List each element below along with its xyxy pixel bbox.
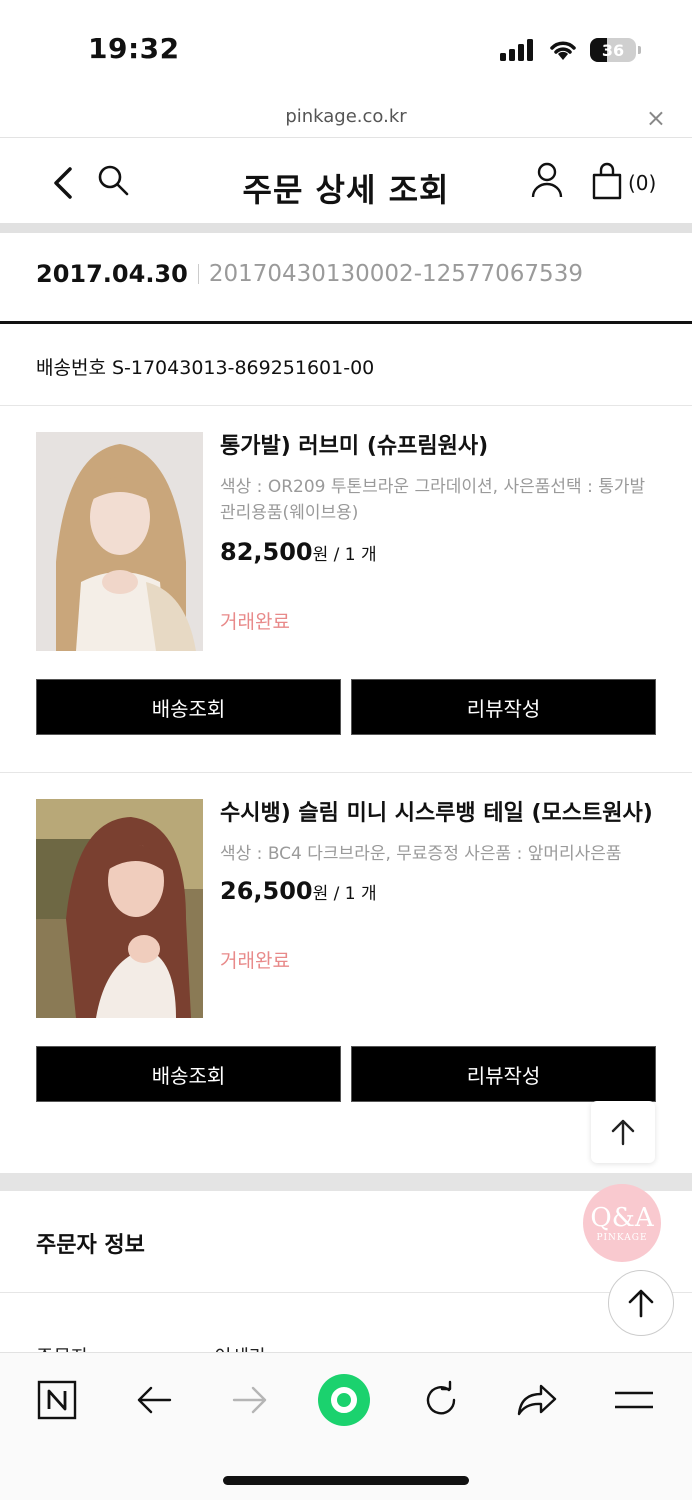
order-status: 거래완료 [220,611,290,633]
price-value: 26,500 [220,877,313,905]
orderer-info-title: 주문자 정보 [36,1233,145,1258]
arrow-right-icon [232,1386,267,1414]
order-number: 20170430130002-12577067539 [208,261,583,287]
divider [0,1292,692,1293]
shipping-number: 배송번호 S-17043013-869251601-00 [36,357,375,379]
quantity-label: / 1 개 [328,884,377,904]
arrow-up-icon [611,1119,635,1146]
product-price: 26,500원 / 1 개 [220,877,377,905]
arrow-left-icon [137,1386,172,1414]
signal-icon [500,39,533,61]
divider [0,772,692,773]
page-title: 주문 상세 조회 [242,171,450,209]
battery-level: 36 [601,40,625,60]
url-text[interactable]: pinkage.co.kr [0,106,692,127]
track-delivery-button[interactable]: 배송조회 [36,679,341,735]
cart-count[interactable]: (0) [628,171,656,195]
shopping-bag-icon[interactable] [590,161,624,201]
product-image[interactable] [36,799,203,1018]
product-image[interactable] [36,432,203,651]
product-price: 82,500원 / 1 개 [220,538,377,566]
order-summary: 2017.04.30 20170430130002-12577067539 [36,260,676,288]
close-icon[interactable]: × [646,104,666,132]
write-review-button[interactable]: 리뷰작성 [351,1046,656,1102]
divider [197,264,199,284]
track-delivery-button[interactable]: 배송조회 [36,1046,341,1102]
browser-url-bar[interactable]: pinkage.co.kr × [0,100,692,138]
product-option: 색상 : BC4 다크브라운, 무료증정 사은품 : 앞머리사은품 [220,844,622,864]
share-icon [517,1384,557,1416]
refresh-button[interactable] [413,1375,469,1425]
divider [0,321,692,324]
page-header: 주문 상세 조회 (0) [0,139,692,223]
wifi-icon [550,41,576,60]
section-divider [0,1173,692,1191]
naver-home-button[interactable] [29,1375,85,1425]
hamburger-menu-icon [615,1391,653,1409]
green-dot-icon [318,1374,370,1426]
product-name[interactable]: 수시뱅) 슬림 미니 시스루뱅 테일 (모스트원사) [220,799,660,829]
refresh-icon [426,1380,456,1415]
divider [0,405,692,406]
forward-button[interactable] [222,1375,278,1425]
naver-n-icon [37,1380,77,1420]
menu-button[interactable] [606,1375,662,1425]
battery-icon: 36 [590,38,641,62]
qa-title: Q&A [590,1203,654,1233]
product-name[interactable]: 통가발) 러브미 (슈프림원사) [220,432,660,462]
status-icons: 36 [500,38,641,62]
status-bar: 19:32 36 [0,0,692,100]
currency-label: 원 [312,884,329,904]
user-icon[interactable] [530,161,564,199]
back-button[interactable] [126,1375,182,1425]
arrow-up-icon [628,1289,654,1318]
order-date: 2017.04.30 [36,260,188,288]
scroll-top-button[interactable] [591,1101,655,1163]
quantity-label: / 1 개 [328,545,377,565]
green-dot-button[interactable] [316,1374,372,1426]
share-button[interactable] [509,1375,565,1425]
order-status: 거래완료 [220,950,290,972]
status-time: 19:32 [88,32,180,65]
write-review-button[interactable]: 리뷰작성 [351,679,656,735]
divider [0,223,692,233]
currency-label: 원 [312,545,329,565]
home-indicator [223,1476,469,1485]
qa-badge-button[interactable]: Q&A PINKAGE [583,1184,661,1262]
browser-scroll-top-button[interactable] [608,1270,674,1336]
product-option: 색상 : OR209 투톤브라운 그라데이션, 사은품선택 : 통가발 관리용품… [220,477,646,523]
price-value: 82,500 [220,538,313,566]
qa-brand: PINKAGE [596,1233,648,1243]
